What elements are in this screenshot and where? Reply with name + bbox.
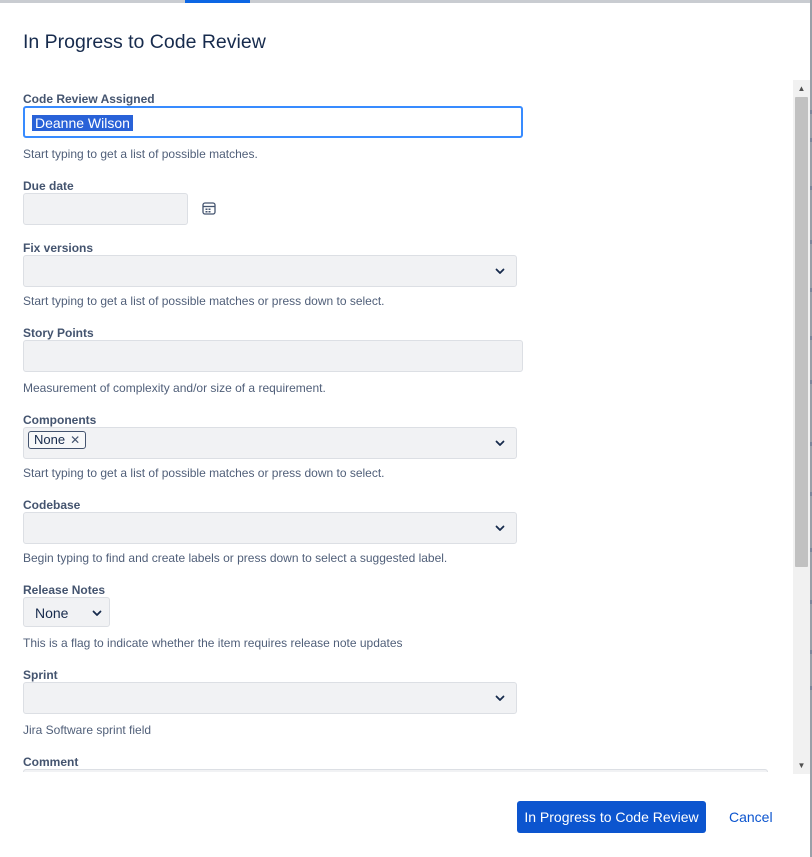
components-select[interactable]: None ✕: [23, 427, 517, 459]
component-tag: None ✕: [28, 431, 87, 449]
code-review-assigned-value: Deanne Wilson: [32, 115, 133, 131]
due-date-input[interactable]: [23, 193, 188, 225]
story-points-help: Measurement of complexity and/or size of…: [23, 381, 326, 395]
codebase-help: Begin typing to find and create labels o…: [23, 551, 448, 565]
chevron-down-icon: [495, 440, 505, 446]
component-tag-label: None: [34, 432, 66, 447]
code-review-assigned-help: Start typing to get a list of possible m…: [23, 147, 258, 161]
release-notes-select[interactable]: None: [23, 597, 110, 627]
components-help: Start typing to get a list of possible m…: [23, 466, 385, 480]
sprint-select[interactable]: [23, 682, 517, 714]
release-notes-help: This is a flag to indicate whether the i…: [23, 636, 403, 650]
submit-transition-button[interactable]: In Progress to Code Review: [517, 801, 706, 833]
scroll-down-icon[interactable]: ▼: [793, 757, 810, 774]
dialog-scrollbar[interactable]: ▲ ▼: [793, 80, 810, 774]
sprint-help: Jira Software sprint field: [23, 723, 152, 737]
story-points-input[interactable]: [23, 340, 523, 372]
background-page-strip: [0, 0, 812, 3]
dialog-title: In Progress to Code Review: [23, 31, 266, 53]
codebase-select[interactable]: [23, 512, 517, 544]
codebase-label: Codebase: [23, 498, 81, 512]
code-review-assigned-label: Code Review Assigned: [23, 92, 155, 106]
chevron-down-icon: [495, 525, 505, 531]
dialog-footer: In Progress to Code Review Cancel: [0, 780, 790, 857]
calendar-icon[interactable]: [201, 200, 217, 216]
fix-versions-label: Fix versions: [23, 241, 94, 255]
due-date-label: Due date: [23, 179, 74, 193]
components-label: Components: [23, 413, 97, 427]
comment-editor[interactable]: [23, 769, 768, 772]
release-notes-value: None: [35, 605, 69, 621]
chevron-down-icon: [495, 268, 505, 274]
fix-versions-help: Start typing to get a list of possible m…: [23, 294, 385, 308]
cancel-link[interactable]: Cancel: [729, 809, 773, 825]
remove-tag-icon[interactable]: ✕: [70, 432, 80, 448]
story-points-label: Story Points: [23, 326, 94, 340]
comment-label: Comment: [23, 755, 79, 769]
code-review-assigned-input[interactable]: Deanne Wilson: [23, 106, 523, 138]
release-notes-label: Release Notes: [23, 583, 106, 597]
fix-versions-select[interactable]: [23, 255, 517, 287]
scroll-up-icon[interactable]: ▲: [793, 80, 810, 97]
chevron-down-icon: [495, 695, 505, 701]
dialog-form: Code Review Assigned Deanne Wilson Start…: [0, 80, 790, 772]
scrollbar-thumb[interactable]: [795, 97, 808, 567]
sprint-label: Sprint: [23, 668, 58, 682]
background-active-tab-indicator: [185, 0, 250, 3]
chevron-down-icon: [92, 610, 102, 616]
